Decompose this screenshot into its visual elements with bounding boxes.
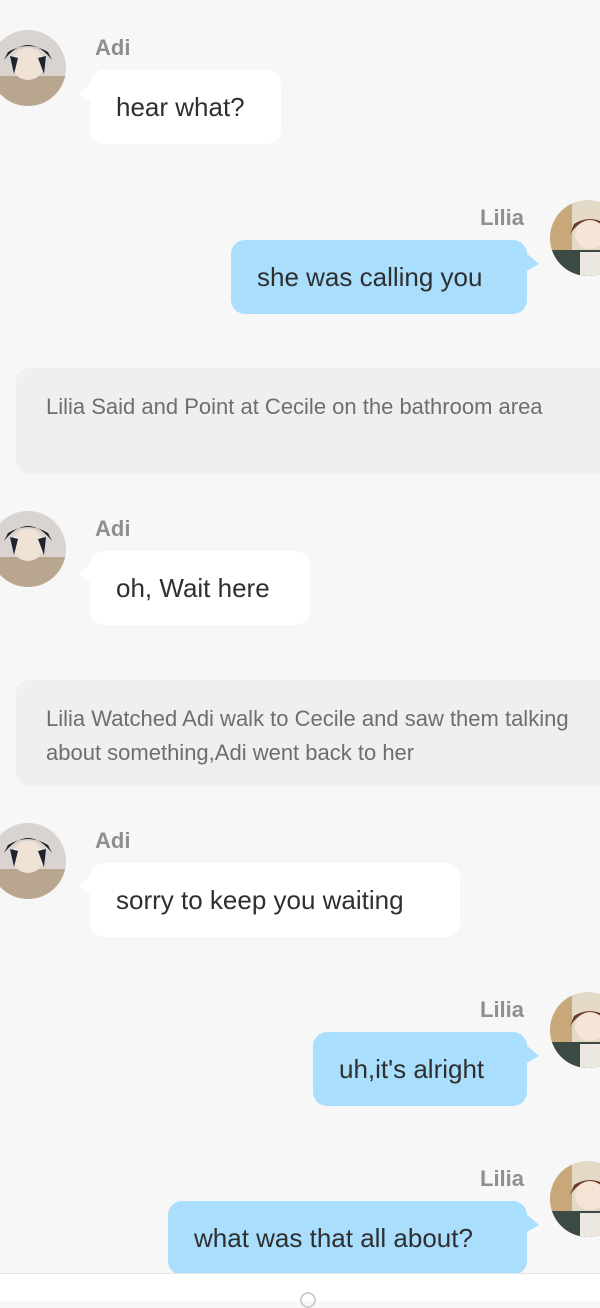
message-bubble[interactable]: uh,it's alright	[313, 1032, 539, 1106]
adi-avatar[interactable]	[0, 511, 66, 587]
narration-box: Lilia Said and Point at Cecile on the ba…	[16, 368, 600, 474]
sender-name: Adi	[95, 516, 131, 541]
message-bubble[interactable]: oh, Wait here	[78, 551, 310, 625]
narration-box: Lilia Watched Adi walk to Cecile and saw…	[16, 680, 600, 786]
message-bubble[interactable]: hear what?	[78, 70, 281, 144]
adi-avatar[interactable]	[0, 30, 66, 106]
message-bubble[interactable]: she was calling you	[231, 240, 539, 314]
scroll-indicator-icon[interactable]	[300, 1292, 316, 1308]
adi-avatar[interactable]	[0, 823, 66, 899]
message-bubble[interactable]: sorry to keep you waiting	[78, 863, 460, 937]
sender-name: Lilia	[480, 205, 525, 230]
sender-name: Adi	[95, 35, 131, 60]
sender-name: Adi	[95, 828, 131, 853]
message-bubble[interactable]: what was that all about?	[168, 1201, 539, 1275]
lilia-avatar[interactable]	[550, 992, 600, 1068]
lilia-avatar[interactable]	[550, 200, 600, 276]
bottom-bar	[0, 1273, 600, 1308]
sender-name: Lilia	[480, 997, 525, 1022]
sender-name: Lilia	[480, 1166, 525, 1191]
lilia-avatar[interactable]	[550, 1161, 600, 1237]
